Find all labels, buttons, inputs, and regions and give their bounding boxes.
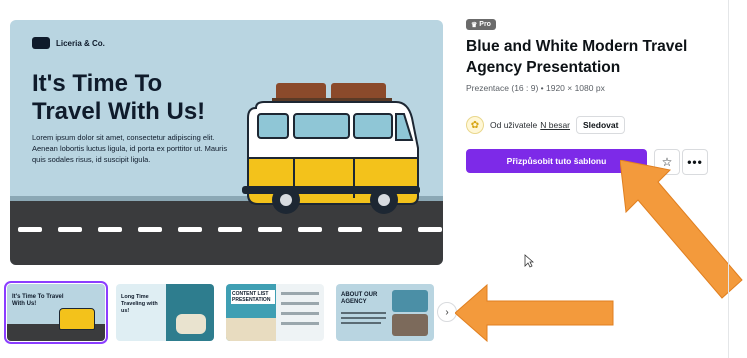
- van-thumb-icon: [59, 308, 95, 330]
- author-row: ✿ Od uživatele N besar Sledovat: [466, 116, 626, 134]
- author-prefix: Od uživatele: [490, 120, 538, 130]
- lane-marking: [218, 227, 242, 232]
- lane-marking: [98, 227, 122, 232]
- avatar[interactable]: ✿: [466, 116, 484, 134]
- sand-shape: [176, 314, 206, 334]
- mouse-cursor-icon: [524, 254, 534, 268]
- list-line: [281, 322, 319, 325]
- lane-marking: [418, 227, 442, 232]
- lane-marking: [18, 227, 42, 232]
- panel-divider: [728, 0, 729, 358]
- template-meta: Prezentace (16 : 9) • 1920 × 1080 px: [466, 83, 605, 93]
- brand-name: Liceria & Co.: [56, 38, 105, 48]
- thumbnail-title: It's Time To Travel With Us!: [12, 294, 64, 307]
- headline-line-2: Travel With Us!: [32, 98, 206, 125]
- photo: [392, 290, 428, 312]
- lane-marking: [178, 227, 202, 232]
- template-title: Blue and White Modern Travel Agency Pres…: [466, 38, 688, 76]
- thumbnail-1[interactable]: It's Time To Travel With Us!: [4, 281, 108, 344]
- pro-badge-label: Pro: [479, 21, 491, 28]
- preview-body-text: Lorem ipsum dolor sit amet, consectetur …: [32, 133, 228, 164]
- lane-marking: [58, 227, 82, 232]
- list-line: [281, 292, 319, 295]
- headline-line-1: It's Time To: [32, 70, 163, 97]
- author-link[interactable]: N besar: [540, 120, 570, 130]
- brand-mark-icon: [32, 37, 50, 49]
- pro-badge: ♛ Pro: [466, 19, 496, 30]
- crown-icon: ♛: [471, 21, 478, 29]
- annotation-arrow-up-left: [620, 160, 743, 299]
- thumbnail-title: Long Time Traveling with us!: [121, 294, 158, 314]
- annotation-arrow-left: [455, 283, 614, 343]
- chevron-right-icon: ›: [445, 306, 449, 318]
- text-line: [341, 312, 386, 314]
- lane-marking: [138, 227, 162, 232]
- lane-marking: [258, 227, 282, 232]
- template-preview[interactable]: Liceria & Co. It's Time To Travel With U…: [10, 20, 443, 265]
- thumbnail-2[interactable]: Long Time Traveling with us!: [116, 284, 214, 341]
- lane-marking: [298, 227, 322, 232]
- thumbnail-title: CONTENT LIST PRESENTATION: [231, 290, 275, 304]
- preview-headline: It's Time To Travel With Us!: [32, 70, 262, 126]
- list-line: [281, 302, 319, 305]
- photo: [392, 314, 428, 336]
- sand-shape: [226, 318, 276, 341]
- text-line: [341, 322, 381, 324]
- van-illustration: [242, 83, 420, 214]
- thumbnails-next-button[interactable]: ›: [437, 302, 457, 322]
- thumbnail-3[interactable]: CONTENT LIST PRESENTATION: [226, 284, 324, 341]
- text-line: [341, 317, 386, 319]
- follow-button[interactable]: Sledovat: [576, 116, 626, 134]
- thumbnail-4[interactable]: ABOUT OUR AGENCY: [336, 284, 434, 341]
- thumbnail-title: ABOUT OUR AGENCY: [341, 292, 378, 305]
- brand-logo: Liceria & Co.: [32, 37, 105, 49]
- lane-marking: [338, 227, 362, 232]
- lane-marking: [378, 227, 402, 232]
- list-line: [281, 312, 319, 315]
